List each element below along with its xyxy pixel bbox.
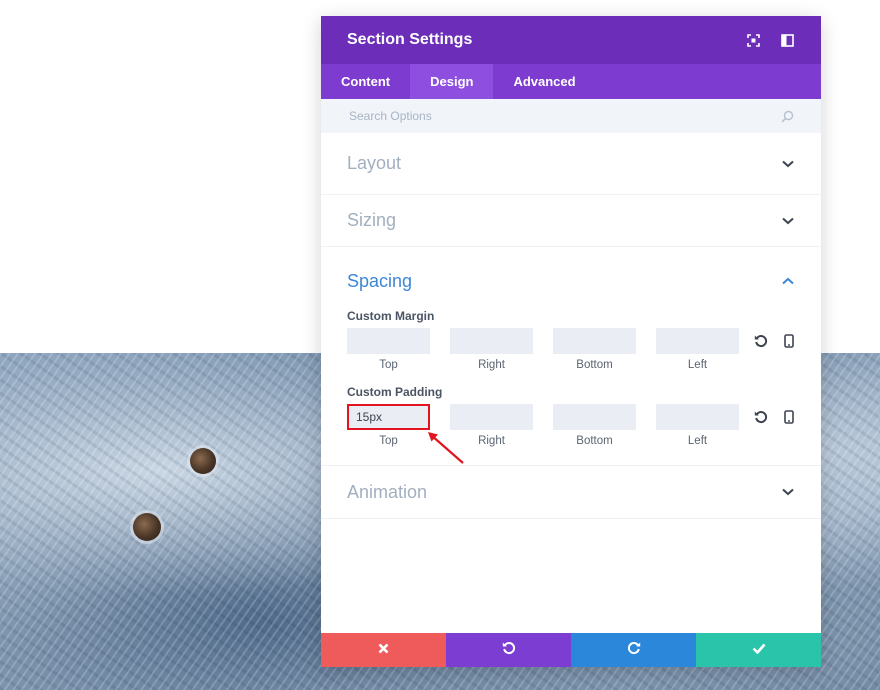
section-spacing: Spacing Custom Margin Top Right Bottom L… bbox=[321, 247, 821, 466]
panel-title: Section Settings bbox=[347, 31, 473, 48]
section-animation[interactable]: Animation bbox=[321, 466, 821, 519]
field-caption: Top bbox=[379, 435, 398, 447]
padding-left-field[interactable] bbox=[656, 404, 739, 430]
split-view-icon[interactable] bbox=[779, 32, 795, 48]
undo-icon bbox=[502, 641, 516, 660]
section-animation-title: Animation bbox=[347, 481, 428, 502]
cancel-button[interactable] bbox=[321, 633, 446, 667]
close-icon bbox=[378, 641, 389, 659]
undo-button[interactable] bbox=[446, 633, 571, 667]
margin-bottom-field[interactable] bbox=[553, 328, 636, 354]
section-sizing[interactable]: Sizing bbox=[321, 195, 821, 247]
panel-header: Section Settings bbox=[321, 16, 821, 64]
redo-icon bbox=[627, 641, 641, 660]
chevron-down-icon bbox=[781, 214, 795, 228]
mobile-device-icon[interactable] bbox=[781, 409, 797, 425]
field-caption: Bottom bbox=[576, 435, 613, 447]
fullscreen-icon[interactable] bbox=[745, 32, 761, 48]
field-caption: Left bbox=[687, 359, 708, 371]
chevron-up-icon bbox=[781, 274, 795, 288]
field-caption: Bottom bbox=[576, 359, 613, 371]
search-icon[interactable] bbox=[779, 108, 795, 124]
margin-left-field[interactable] bbox=[656, 328, 739, 354]
search-input[interactable] bbox=[347, 108, 779, 124]
save-button[interactable] bbox=[696, 633, 821, 667]
check-icon bbox=[752, 641, 766, 659]
section-sizing-title: Sizing bbox=[347, 210, 397, 230]
tab-content[interactable]: Content bbox=[321, 64, 410, 99]
custom-margin-row: Top Right Bottom Left bbox=[347, 328, 795, 371]
margin-right-field[interactable] bbox=[450, 328, 533, 354]
reset-icon[interactable] bbox=[753, 333, 769, 349]
panel-footer bbox=[321, 633, 821, 667]
chevron-down-icon bbox=[781, 157, 795, 171]
search-bar bbox=[321, 99, 821, 133]
redo-button[interactable] bbox=[571, 633, 696, 667]
annotation-arrow-icon bbox=[428, 432, 464, 464]
section-spacing-title: Spacing bbox=[347, 270, 413, 291]
custom-margin-label: Custom Margin bbox=[347, 309, 435, 323]
chevron-down-icon bbox=[781, 485, 795, 499]
custom-padding-row: Top Right Bottom Left bbox=[347, 404, 795, 447]
custom-padding-label: Custom Padding bbox=[347, 385, 443, 399]
mobile-device-icon[interactable] bbox=[781, 333, 797, 349]
field-caption: Right bbox=[478, 359, 505, 371]
tab-advanced[interactable]: Advanced bbox=[493, 64, 595, 99]
section-layout[interactable]: Layout bbox=[321, 133, 821, 195]
field-caption: Right bbox=[478, 435, 505, 447]
section-settings-panel: Section Settings Content Design Advanced… bbox=[321, 16, 821, 667]
rivet-image-2 bbox=[133, 513, 161, 541]
field-caption: Top bbox=[379, 359, 398, 371]
margin-top-field[interactable] bbox=[347, 328, 430, 354]
tab-design[interactable]: Design bbox=[410, 64, 494, 99]
tab-bar: Content Design Advanced bbox=[321, 64, 821, 99]
field-caption: Left bbox=[687, 435, 708, 447]
rivet-image-1 bbox=[190, 448, 216, 474]
section-layout-title: Layout bbox=[347, 153, 402, 173]
padding-top-field[interactable] bbox=[347, 404, 430, 430]
padding-bottom-field[interactable] bbox=[553, 404, 636, 430]
reset-icon[interactable] bbox=[753, 409, 769, 425]
section-spacing-header[interactable]: Spacing bbox=[321, 247, 821, 315]
padding-right-field[interactable] bbox=[450, 404, 533, 430]
